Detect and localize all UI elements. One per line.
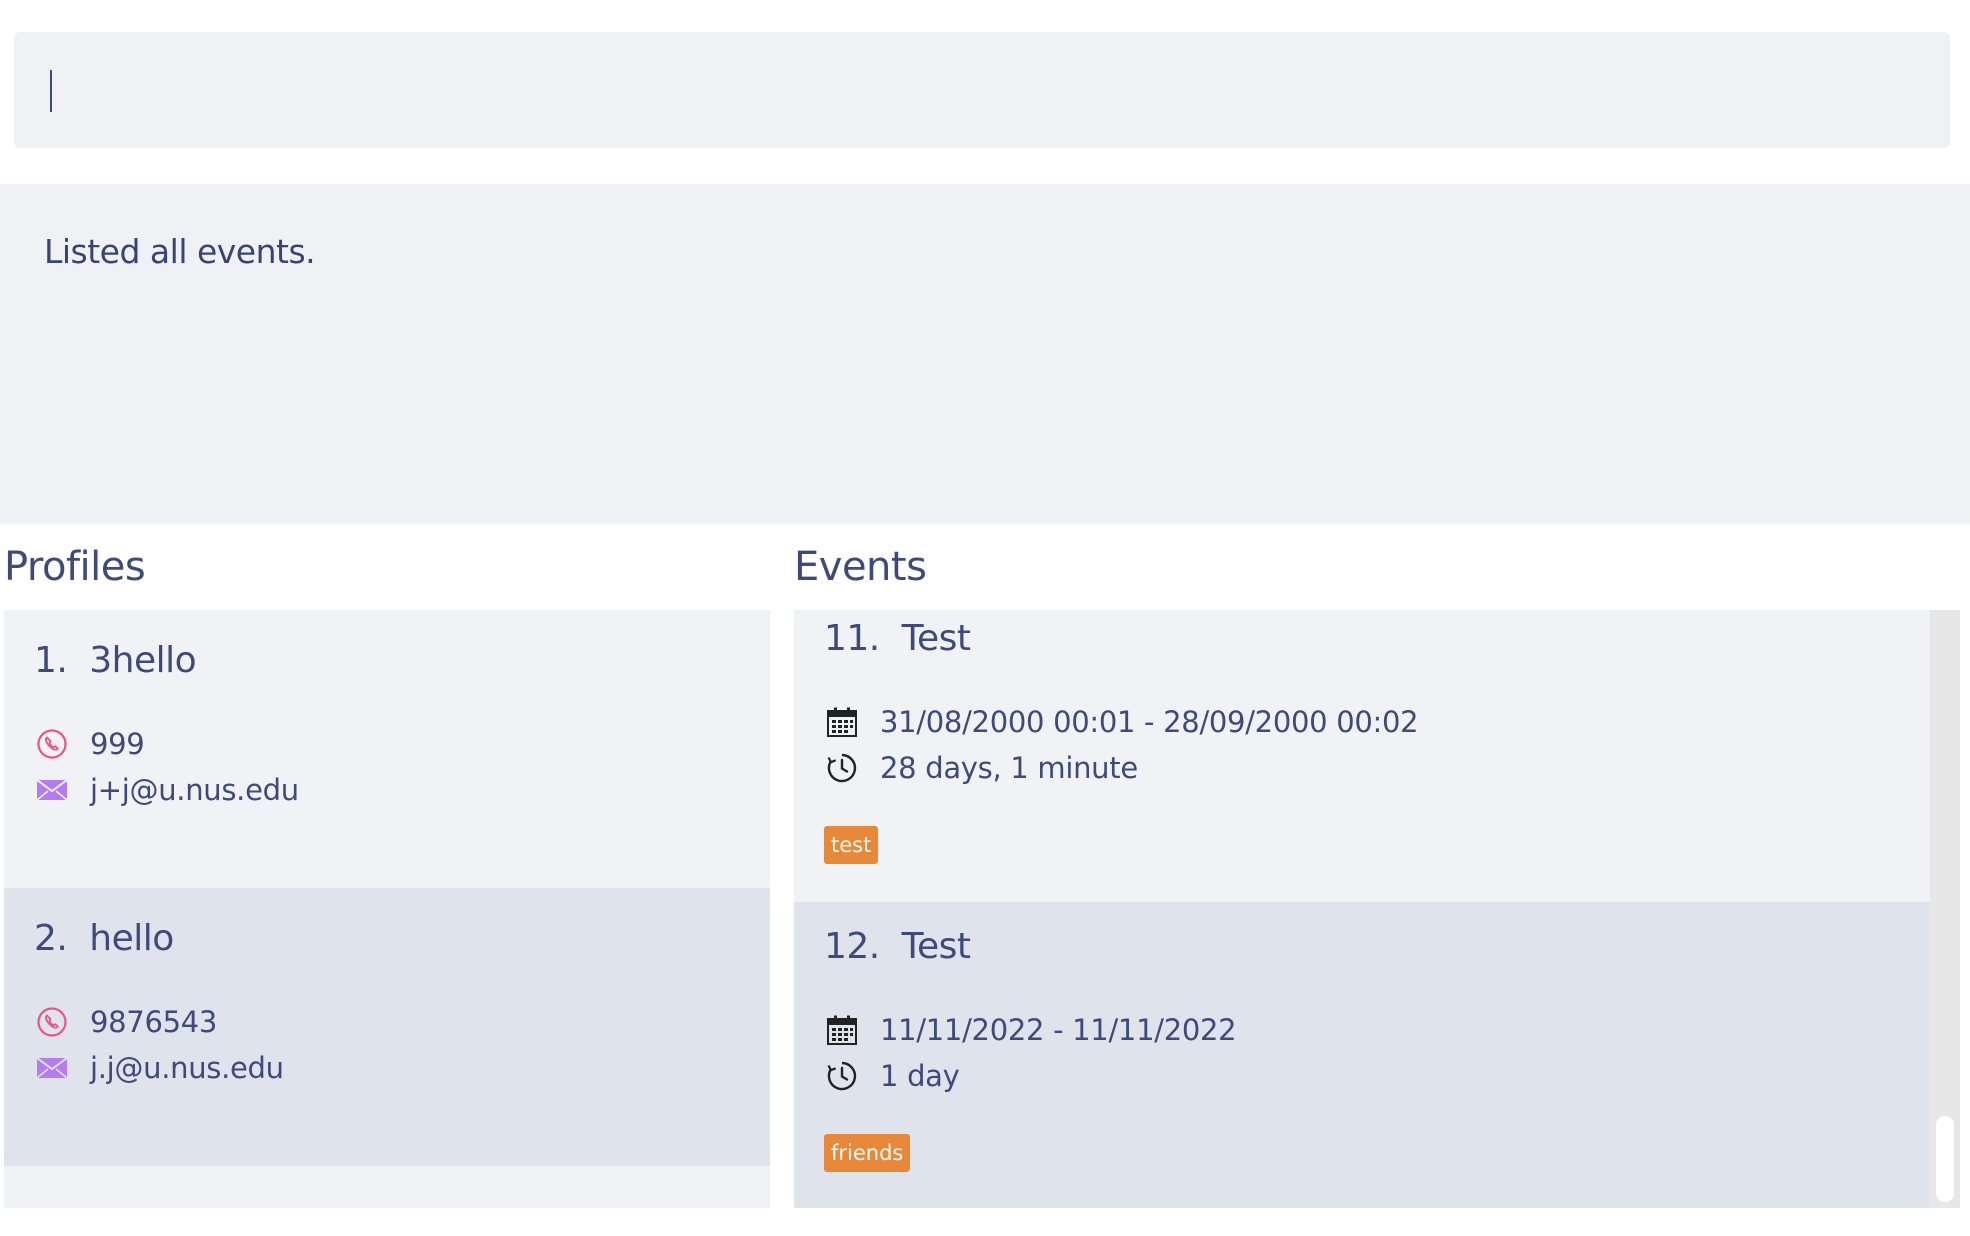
- clock-icon: [824, 1058, 860, 1094]
- result-display: Listed all events.: [0, 184, 1970, 524]
- event-name: Test: [901, 618, 971, 659]
- profile-phone-row: 999: [34, 724, 145, 764]
- event-range: 11/11/2022 - 11/11/2022: [880, 1013, 1237, 1047]
- event-tag: test: [824, 826, 879, 864]
- profile-name: hello: [89, 918, 174, 959]
- phone-icon: [34, 1004, 70, 1040]
- event-title: 12. Test: [824, 926, 971, 967]
- profile-name: 3hello: [89, 640, 197, 681]
- phone-icon: [34, 726, 70, 762]
- clock-icon: [824, 750, 860, 786]
- email-icon: [34, 1050, 70, 1086]
- result-message: Listed all events.: [44, 232, 316, 271]
- profile-email-row: j.j@u.nus.edu: [34, 1048, 284, 1088]
- profile-phone-row: 9876543: [34, 1002, 217, 1042]
- profile-phone: 999: [90, 727, 145, 761]
- profile-card[interactable]: 1. 3hello 999 j+j@u.nus.edu: [4, 610, 770, 888]
- event-duration-row: 1 day: [824, 1056, 960, 1096]
- text-caret: [50, 70, 52, 112]
- event-duration: 28 days, 1 minute: [880, 751, 1138, 785]
- event-range-row: 11/11/2022 - 11/11/2022: [824, 1010, 1237, 1050]
- profile-index: 1.: [34, 640, 68, 681]
- profile-email-row: j+j@u.nus.edu: [34, 770, 299, 810]
- events-title: Events: [794, 544, 927, 590]
- profile-title: 1. 3hello: [34, 640, 197, 681]
- command-input[interactable]: [36, 56, 1920, 122]
- profile-email: j+j@u.nus.edu: [90, 773, 299, 807]
- event-card[interactable]: 11. Test 31/08/2000 00:01 - 28/09/2000 0…: [794, 610, 1930, 902]
- profile-card[interactable]: 2. hello 9876543 j.j@u.nus.edu: [4, 888, 770, 1166]
- event-range: 31/08/2000 00:01 - 28/09/2000 00:02: [880, 705, 1419, 739]
- command-box: [14, 32, 1950, 148]
- event-duration: 1 day: [880, 1059, 960, 1093]
- calendar-icon: [824, 704, 860, 740]
- profile-index: 2.: [34, 918, 68, 959]
- profiles-list: 1. 3hello 999 j+j@u.nus.edu 2. hello 987…: [4, 610, 770, 1208]
- event-title: 11. Test: [824, 618, 971, 659]
- profile-phone: 9876543: [90, 1005, 218, 1039]
- event-duration-row: 28 days, 1 minute: [824, 748, 1138, 788]
- event-tag: friends: [824, 1134, 911, 1172]
- profiles-title: Profiles: [4, 544, 146, 590]
- email-icon: [34, 772, 70, 808]
- scrollbar-thumb[interactable]: [1936, 1116, 1954, 1202]
- event-name: Test: [901, 926, 971, 967]
- event-range-row: 31/08/2000 00:01 - 28/09/2000 00:02: [824, 702, 1419, 742]
- profile-title: 2. hello: [34, 918, 174, 959]
- event-index: 11.: [824, 618, 880, 659]
- event-card[interactable]: 12. Test 11/11/2022 - 11/11/2022 1 day f…: [794, 902, 1930, 1208]
- profile-email: j.j@u.nus.edu: [90, 1051, 284, 1085]
- calendar-icon: [824, 1012, 860, 1048]
- events-scrollbar[interactable]: [1930, 610, 1960, 1208]
- event-index: 12.: [824, 926, 880, 967]
- events-list: 11. Test 31/08/2000 00:01 - 28/09/2000 0…: [794, 610, 1930, 1208]
